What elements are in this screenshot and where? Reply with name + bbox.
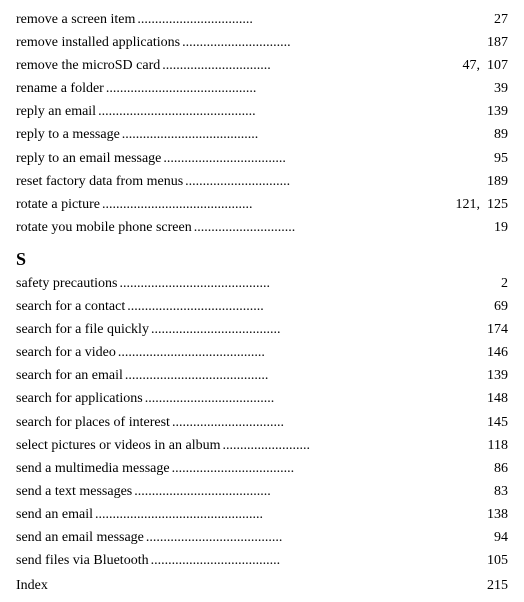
entry-dots: ........................................… xyxy=(119,272,499,295)
entry-dots: ......................... xyxy=(223,434,486,457)
list-item: search for an email ....................… xyxy=(16,364,508,387)
entry-title: rename a folder xyxy=(16,77,104,100)
entry-title: remove a screen item xyxy=(16,8,135,31)
list-item: search for a file quickly ..............… xyxy=(16,318,508,341)
entry-page: 139 xyxy=(487,364,508,387)
entry-page: 86 xyxy=(494,457,508,480)
entry-title: reply to a message xyxy=(16,123,120,146)
entry-page: 94 xyxy=(494,526,508,549)
entry-title: send a multimedia message xyxy=(16,457,170,480)
footer-label: Index xyxy=(16,578,48,594)
entry-title: reset factory data from menus xyxy=(16,170,183,193)
entry-dots: ........................................… xyxy=(106,77,492,100)
entry-page: 187 xyxy=(487,31,508,54)
entry-page: 189 xyxy=(487,170,508,193)
entry-title: search for places of interest xyxy=(16,411,170,434)
list-item: remove installed applications ..........… xyxy=(16,31,508,54)
entry-dots: .............................. xyxy=(185,170,485,193)
entry-title: search for an email xyxy=(16,364,123,387)
list-item: rotate you mobile phone screen .........… xyxy=(16,216,508,239)
list-item: select pictures or videos in an album ..… xyxy=(16,434,508,457)
entry-dots: ....................................... xyxy=(127,295,492,318)
list-item: safety precautions .....................… xyxy=(16,272,508,295)
footer-page: 215 xyxy=(487,578,508,594)
list-item: search for a contact ...................… xyxy=(16,295,508,318)
list-item: search for a video .....................… xyxy=(16,341,508,364)
entry-title: safety precautions xyxy=(16,272,117,295)
entry-title: search for a contact xyxy=(16,295,125,318)
entry-dots: ................................... xyxy=(163,147,492,170)
entry-page: 89 xyxy=(494,123,508,146)
list-item: rotate a picture .......................… xyxy=(16,193,508,216)
entry-page: 27 xyxy=(494,8,508,31)
entry-dots: ........................................… xyxy=(98,100,485,123)
list-item: search for places of interest ..........… xyxy=(16,411,508,434)
section-header-s: S xyxy=(16,249,508,270)
entry-dots: ..................................... xyxy=(151,318,485,341)
entry-title: remove installed applications xyxy=(16,31,180,54)
entry-page: 145 xyxy=(487,411,508,434)
entry-title: send an email xyxy=(16,503,93,526)
entry-page: 83 xyxy=(494,480,508,503)
entry-dots: ....................................... xyxy=(134,480,492,503)
entry-page: 174 xyxy=(487,318,508,341)
r-section-entries: remove a screen item ...................… xyxy=(16,8,508,239)
entry-dots: ............................. xyxy=(194,216,492,239)
list-item: send an email ..........................… xyxy=(16,503,508,526)
entry-title: search for a video xyxy=(16,341,116,364)
entry-dots: ..................................... xyxy=(151,549,485,572)
entry-title: select pictures or videos in an album xyxy=(16,434,221,457)
entry-title: reply to an email message xyxy=(16,147,161,170)
entry-title: send an email message xyxy=(16,526,144,549)
entry-page: 39 xyxy=(494,77,508,100)
entry-title: send files via Bluetooth xyxy=(16,549,149,572)
entry-page: 105 xyxy=(487,549,508,572)
list-item: rename a folder ........................… xyxy=(16,77,508,100)
entry-page: 138 xyxy=(487,503,508,526)
s-section-entries: safety precautions .....................… xyxy=(16,272,508,572)
entry-page: 139 xyxy=(487,100,508,123)
entry-page: 2 xyxy=(501,272,508,295)
entry-page: 146 xyxy=(487,341,508,364)
list-item: send an email message ..................… xyxy=(16,526,508,549)
entry-title: search for applications xyxy=(16,387,143,410)
list-item: reply an email .........................… xyxy=(16,100,508,123)
entry-dots: ................................ xyxy=(172,411,485,434)
entry-page: 69 xyxy=(494,295,508,318)
entry-title: reply an email xyxy=(16,100,96,123)
entry-title: search for a file quickly xyxy=(16,318,149,341)
entry-dots: ........................................… xyxy=(125,364,485,387)
list-item: reply to a message .....................… xyxy=(16,123,508,146)
entry-dots: ........................................… xyxy=(118,341,485,364)
page-footer: Index 215 xyxy=(16,578,508,594)
entry-dots: ....................................... xyxy=(122,123,492,146)
index-page: remove a screen item ...................… xyxy=(0,0,524,602)
list-item: search for applications ................… xyxy=(16,387,508,410)
entry-dots: ................................. xyxy=(137,8,492,31)
entry-dots: ....................................... xyxy=(146,526,492,549)
entry-title: rotate a picture xyxy=(16,193,100,216)
entry-dots: ..................................... xyxy=(145,387,485,410)
list-item: reset factory data from menus ..........… xyxy=(16,170,508,193)
list-item: send a text messages ...................… xyxy=(16,480,508,503)
list-item: send files via Bluetooth ...............… xyxy=(16,549,508,572)
entry-page: 118 xyxy=(488,434,508,457)
entry-page: 121, 125 xyxy=(456,193,509,216)
entry-title: send a text messages xyxy=(16,480,132,503)
list-item: remove the microSD card ................… xyxy=(16,54,508,77)
entry-dots: ........................................… xyxy=(95,503,485,526)
entry-page: 47, 107 xyxy=(463,54,509,77)
entry-title: remove the microSD card xyxy=(16,54,160,77)
entry-title: rotate you mobile phone screen xyxy=(16,216,192,239)
entry-dots: ............................... xyxy=(162,54,460,77)
entry-dots: ................................... xyxy=(172,457,492,480)
list-item: reply to an email message ..............… xyxy=(16,147,508,170)
entry-dots: ............................... xyxy=(182,31,485,54)
entry-page: 19 xyxy=(494,216,508,239)
entry-dots: ........................................… xyxy=(102,193,454,216)
entry-page: 148 xyxy=(487,387,508,410)
list-item: remove a screen item ...................… xyxy=(16,8,508,31)
list-item: send a multimedia message ..............… xyxy=(16,457,508,480)
entry-page: 95 xyxy=(494,147,508,170)
